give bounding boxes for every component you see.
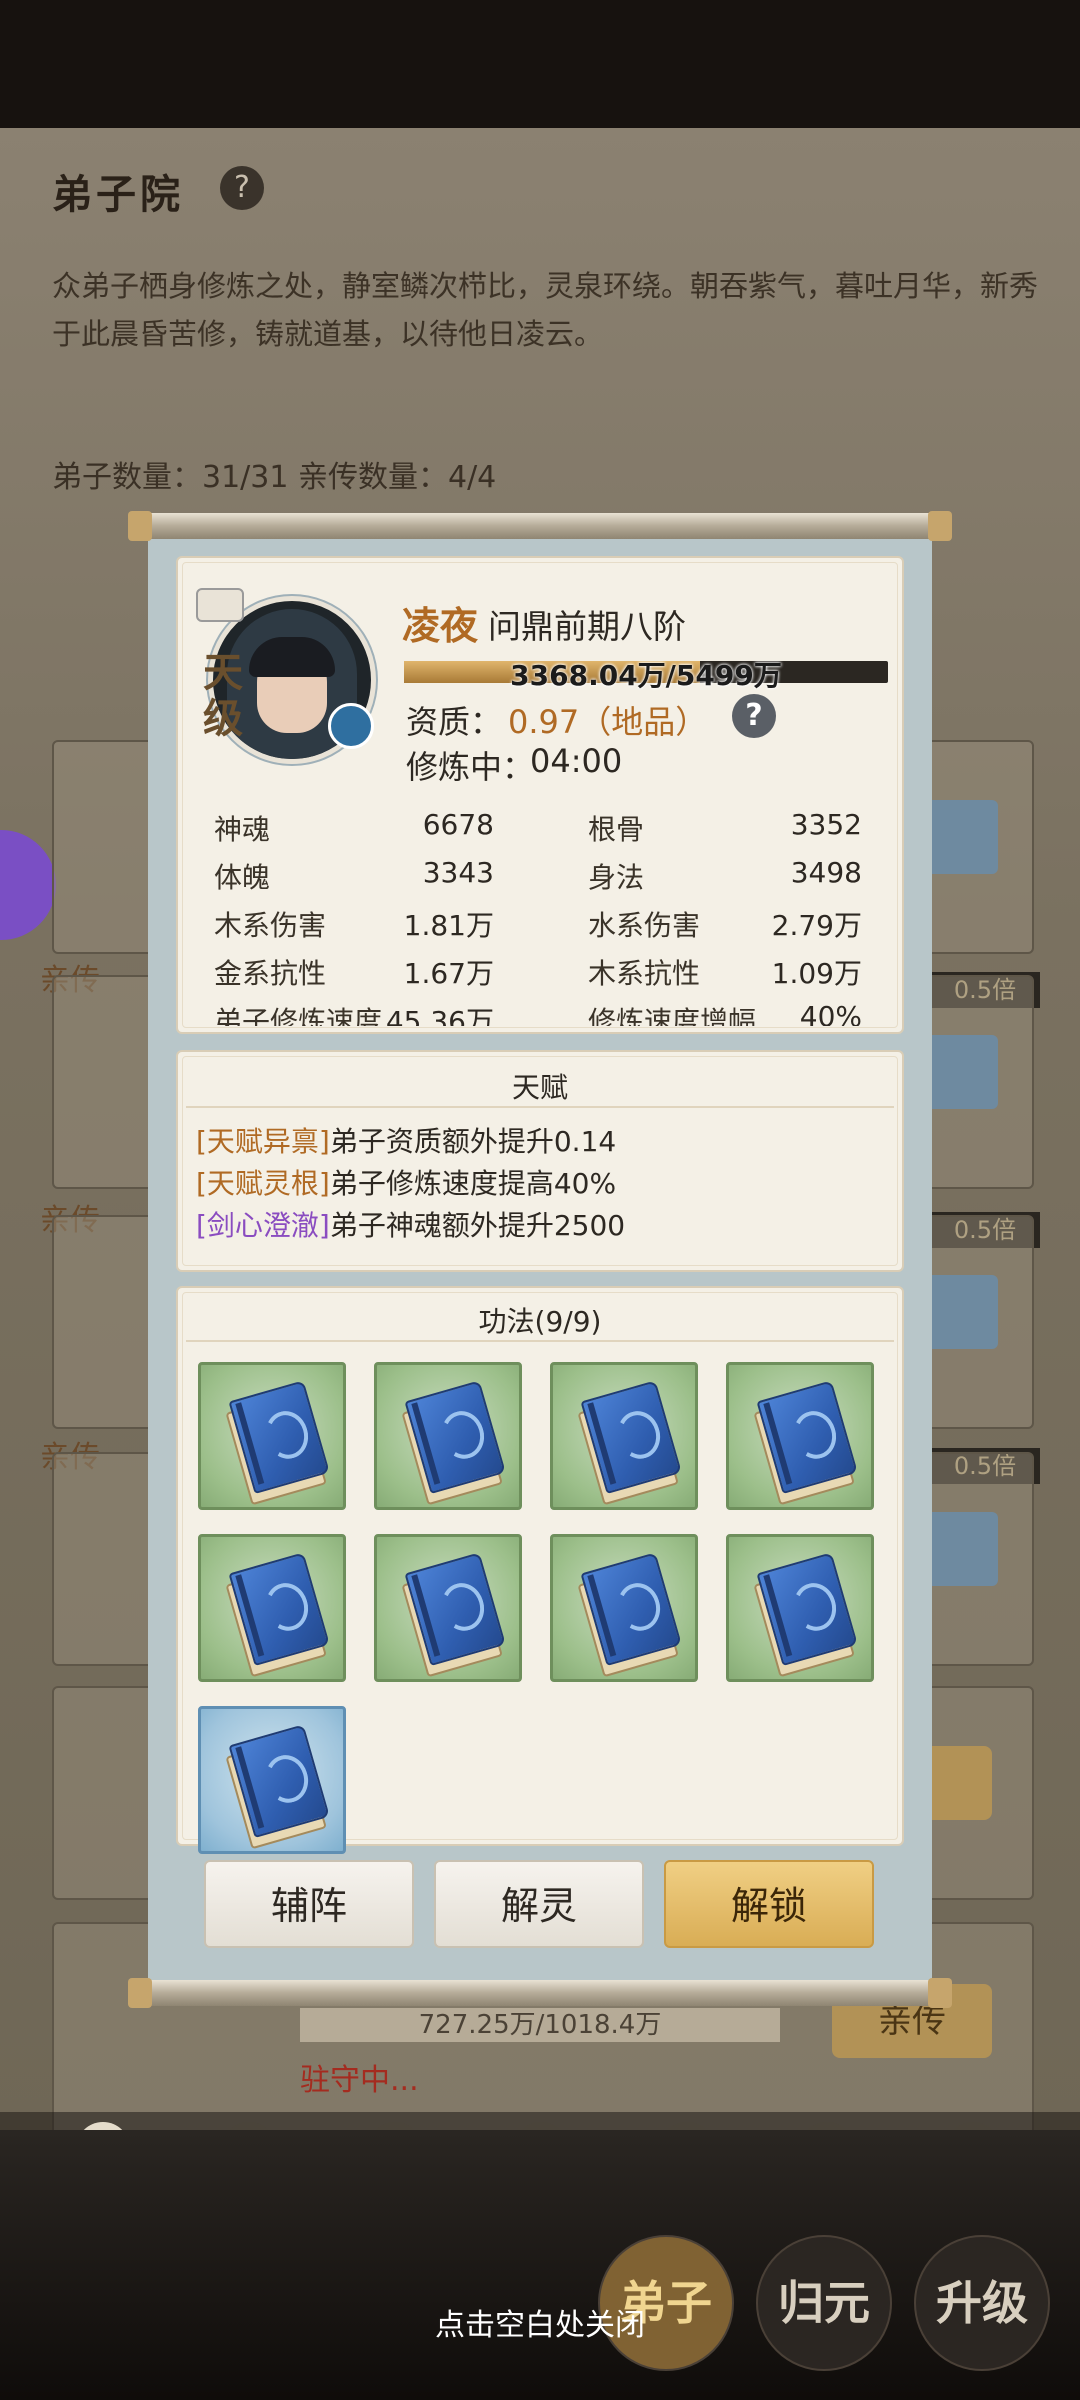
skill-book-slot[interactable] <box>726 1534 874 1682</box>
stat-name: 神魂 <box>214 813 271 846</box>
skills-title: 功法(9/9) <box>478 1305 602 1338</box>
skill-book-icon <box>217 1552 330 1678</box>
stat-name: 修炼速度增幅 <box>588 1005 757 1026</box>
scroll-rod-top <box>128 513 952 539</box>
status-label: 修炼中： <box>406 748 535 786</box>
talent-item: [天赋异禀]弟子资质额外提升0.14 <box>196 1120 616 1160</box>
stat-name: 金系抗性 <box>214 957 327 990</box>
stat-row: 神魂 6678 根骨 3352 <box>210 808 870 856</box>
skill-book-slot[interactable] <box>726 1362 874 1510</box>
stat-row: 弟子修炼速度 45.36万 修炼速度增幅 40% <box>210 1000 870 1026</box>
skill-book-slot[interactable] <box>550 1534 698 1682</box>
stat-name: 根骨 <box>588 813 645 846</box>
talent-tag: [剑心澄澈] <box>196 1209 330 1242</box>
unlock-button[interactable]: 解锁 <box>664 1860 874 1948</box>
talent-tag: [天赋灵根] <box>196 1167 330 1200</box>
talent-title: 天赋 <box>511 1071 568 1104</box>
page-description: 众弟子栖身修炼之处，静室鳞次栉比，灵泉环绕。朝吞紫气，暮吐月华，新秀于此晨昏苦修… <box>52 269 1039 351</box>
card-progress: 727.25万/1018.4万 <box>300 2008 780 2042</box>
stat-name: 木系伤害 <box>214 909 327 942</box>
talent-item: [剑心澄澈]弟子神魂额外提升2500 <box>196 1204 625 1244</box>
close-hint[interactable]: 点击空白处关闭 <box>0 2300 1080 2344</box>
stat-row: 金系抗性 1.67万 木系抗性 1.09万 <box>210 952 870 1000</box>
stat-value: 40% <box>799 1000 862 1026</box>
grade-badge: 天级 <box>203 650 243 742</box>
skill-book-icon <box>745 1380 858 1506</box>
stat-value: 3498 <box>790 856 862 889</box>
skill-book-slot[interactable] <box>374 1534 522 1682</box>
skill-book-slot[interactable] <box>198 1362 346 1510</box>
skill-book-slot[interactable] <box>198 1534 346 1682</box>
disciple-counts: 弟子数量：31/31 亲传数量：4/4 <box>52 460 497 495</box>
stat-name: 木系抗性 <box>588 957 701 990</box>
skills-divider <box>186 1340 894 1342</box>
stat-row: 木系伤害 1.81万 水系伤害 2.79万 <box>210 904 870 952</box>
stat-name: 体魄 <box>214 861 271 894</box>
disciple-realm: 问鼎前期八阶 <box>488 607 686 646</box>
talent-item: [天赋灵根]弟子修炼速度提高40% <box>196 1162 616 1202</box>
skill-book-icon <box>217 1380 330 1506</box>
disciple-name: 凌夜 <box>402 604 479 648</box>
stat-name: 水系伤害 <box>588 909 701 942</box>
top-bar-background <box>0 0 1080 128</box>
talent-tag: [天赋异禀] <box>196 1125 330 1158</box>
scroll-rod-end <box>928 511 952 541</box>
aptitude-label: 资质： <box>406 703 503 741</box>
stat-name: 身法 <box>588 861 645 894</box>
skill-book-slot[interactable] <box>374 1362 522 1510</box>
scroll-rod-bottom <box>128 1980 952 2006</box>
release-button[interactable]: 解灵 <box>434 1860 644 1948</box>
skill-book-icon <box>217 1724 330 1850</box>
talent-text: 弟子神魂额外提升2500 <box>329 1209 626 1242</box>
status-value: 04:00 <box>530 742 623 780</box>
avatar-tag-icon <box>196 588 244 622</box>
talent-text: 弟子修炼速度提高40% <box>329 1167 617 1200</box>
scroll-rod-end <box>928 1978 952 2008</box>
page-title: 弟子院 <box>52 172 184 218</box>
exp-text: 3368.04万/5499万 <box>510 659 782 692</box>
stat-value: 3352 <box>790 808 862 841</box>
element-badge-icon <box>328 703 374 749</box>
stat-value: 45.36万 <box>385 1005 494 1026</box>
stat-value: 1.09万 <box>771 957 862 990</box>
scroll-rod-end <box>128 511 152 541</box>
stat-name: 弟子修炼速度 <box>214 1005 383 1026</box>
skill-book-slot[interactable] <box>550 1362 698 1510</box>
card-status: 驻守中... <box>300 2063 419 2098</box>
aptitude-value: 0.97（地品） <box>508 703 708 741</box>
scroll-rod-end <box>128 1978 152 2008</box>
stats-list[interactable]: 神魂 6678 根骨 3352 体魄 3343 身法 3498 木系伤害 1.8… <box>210 808 870 1026</box>
assist-button[interactable]: 辅阵 <box>204 1860 414 1948</box>
skill-book-icon <box>393 1552 506 1678</box>
stat-row: 体魄 3343 身法 3498 <box>210 856 870 904</box>
stat-value: 1.67万 <box>403 957 494 990</box>
skill-book-icon <box>745 1552 858 1678</box>
bottom-nav-background <box>0 2130 1080 2400</box>
aptitude-help-icon[interactable]: ? <box>732 694 776 738</box>
skill-book-slot[interactable] <box>198 1706 346 1854</box>
skill-book-icon <box>569 1380 682 1506</box>
stat-value: 2.79万 <box>771 909 862 942</box>
skill-book-icon <box>569 1552 682 1678</box>
talent-divider <box>186 1106 894 1108</box>
stat-value: 3343 <box>422 856 494 889</box>
avatar-hair <box>249 637 335 677</box>
help-icon[interactable]: ? <box>220 166 264 210</box>
skill-book-icon <box>393 1380 506 1506</box>
stat-value: 6678 <box>422 808 494 841</box>
stat-value: 1.81万 <box>403 909 494 942</box>
talent-text: 弟子资质额外提升0.14 <box>329 1125 617 1158</box>
